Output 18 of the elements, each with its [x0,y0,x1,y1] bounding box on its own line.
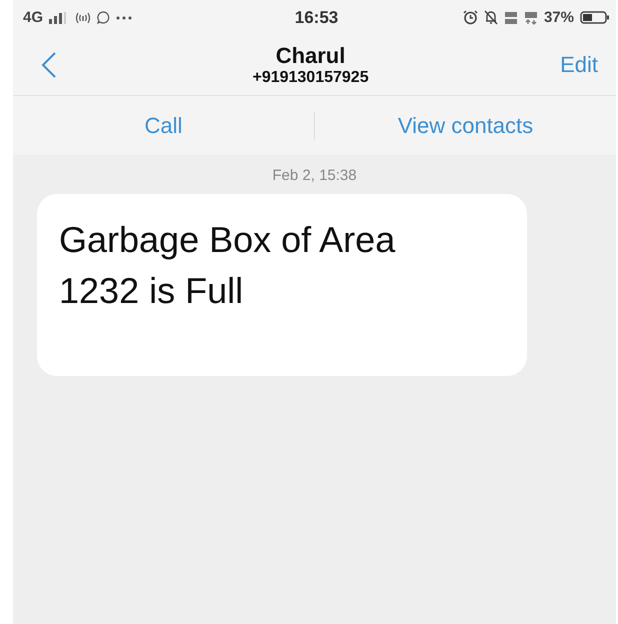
network-label: 4G [23,9,44,26]
battery-percent: 37% [544,9,574,26]
more-icon [116,16,132,20]
contact-name: Charul [276,43,346,69]
mobile-data-icon [524,10,538,24]
message-timestamp: Feb 2, 15:38 [272,167,357,184]
action-button[interactable]: View contacts [315,96,616,155]
status-time: 16:53 [294,8,338,28]
battery-icon [580,11,610,24]
alarm-icon [462,10,478,25]
chat-icon [97,11,110,24]
back-icon [41,51,57,79]
contact-number: +919130157925 [252,69,369,87]
bell-off-icon [484,10,498,25]
action-button[interactable]: Call [13,96,314,155]
hotspot-icon [75,12,92,24]
edit-button[interactable]: Edit [560,52,598,78]
message-bubble: Garbage Box of Area 1232 is Full [37,194,527,376]
